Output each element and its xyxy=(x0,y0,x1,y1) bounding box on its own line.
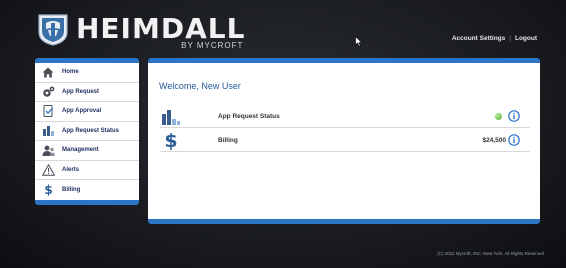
billing-amount: $24,500 xyxy=(482,136,507,144)
sidebar-item-alerts[interactable]: Alerts xyxy=(35,161,139,180)
bar-chart-icon xyxy=(41,124,55,137)
svg-text:$: $ xyxy=(44,183,52,196)
sidebar-nav: Home App Request App Approval App Reques… xyxy=(35,58,139,205)
sidebar-item-app-request-status[interactable]: App Request Status xyxy=(35,122,139,141)
brand-subtitle: BY MYCROFT xyxy=(181,41,244,50)
row-label: Billing xyxy=(218,136,238,144)
dollar-icon: $ xyxy=(41,183,55,196)
shield-helmet-icon xyxy=(38,14,68,46)
dashboard-row-billing[interactable]: $ Billing $24,500 xyxy=(160,129,530,152)
svg-text:$: $ xyxy=(164,130,177,150)
document-check-icon xyxy=(41,105,55,118)
brand-logo[interactable]: HEIMDALL BY MYCROFT xyxy=(36,12,246,50)
sidebar-item-management[interactable]: Management xyxy=(35,141,139,161)
brand-name: HEIMDALL xyxy=(76,12,246,45)
users-icon xyxy=(41,144,55,157)
info-icon[interactable] xyxy=(508,134,520,146)
footer-copyright: (C) 2011 Mycroft, INC. New York. All Rig… xyxy=(437,251,544,256)
dollar-icon: $ xyxy=(160,130,182,150)
sidebar-item-label: App Request xyxy=(62,88,100,95)
link-separator: | xyxy=(509,35,511,42)
sidebar-item-label: Management xyxy=(62,147,99,154)
dashboard-row-app-request-status[interactable]: App Request Status xyxy=(160,105,530,128)
welcome-heading: Welcome, New User xyxy=(159,81,241,91)
row-label: App Request Status xyxy=(218,112,280,120)
sidebar-item-label: Billing xyxy=(62,186,81,193)
account-settings-link[interactable]: Account Settings xyxy=(452,35,505,42)
sidebar-item-billing[interactable]: $ Billing xyxy=(35,180,139,200)
sidebar-item-label: App Approval xyxy=(62,108,102,115)
gears-icon xyxy=(41,85,55,98)
sidebar-item-app-request[interactable]: App Request xyxy=(35,83,139,102)
sidebar-item-label: Home xyxy=(62,69,79,76)
info-icon[interactable] xyxy=(508,110,520,122)
home-icon xyxy=(41,66,55,79)
sidebar-item-app-approval[interactable]: App Approval xyxy=(35,102,139,122)
main-panel: Welcome, New User App Request Status $ B… xyxy=(148,58,540,224)
mouse-cursor-icon xyxy=(355,36,363,47)
sidebar-item-label: App Request Status xyxy=(62,127,120,134)
warning-icon xyxy=(41,163,55,176)
sidebar-item-home[interactable]: Home xyxy=(35,63,139,83)
top-links: Account Settings | Logout xyxy=(452,35,537,42)
bar-chart-icon xyxy=(160,106,182,126)
sidebar-item-label: Alerts xyxy=(62,166,80,173)
logout-link[interactable]: Logout xyxy=(515,35,537,42)
status-indicator xyxy=(495,112,502,120)
